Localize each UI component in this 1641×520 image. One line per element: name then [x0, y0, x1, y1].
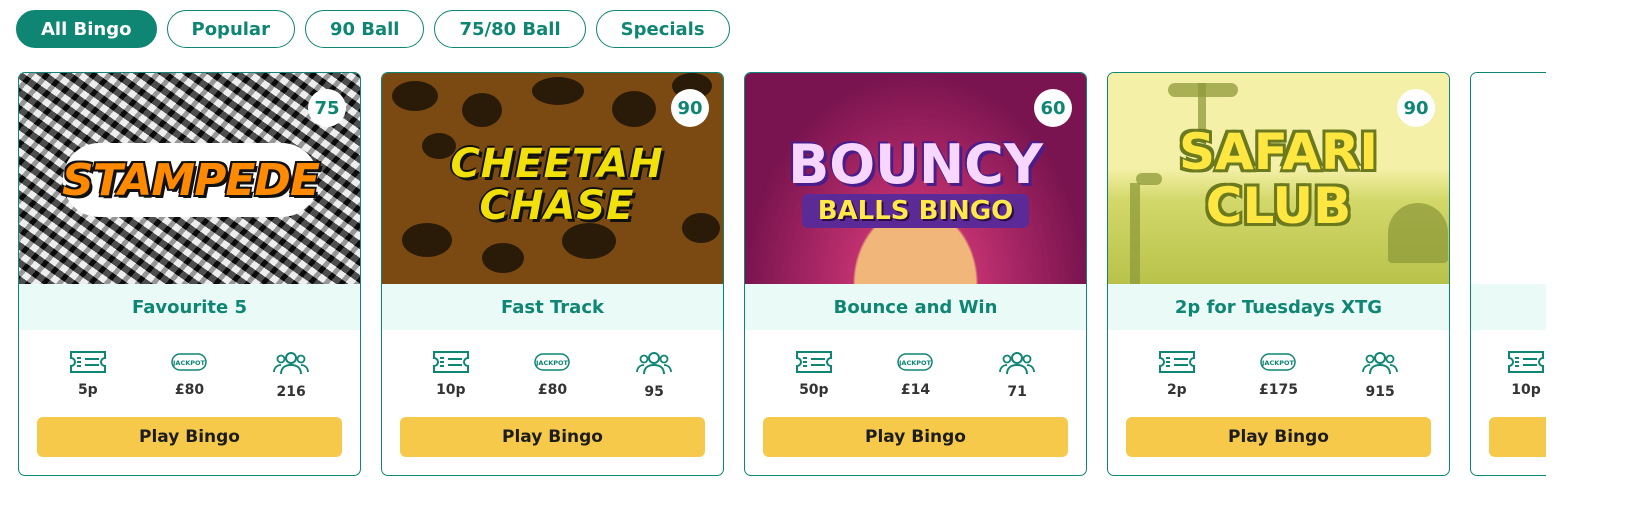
room-stats: 5p JACKPOT £80 216: [19, 330, 360, 404]
room-stats: 10p JACKPOT £80 95: [382, 330, 723, 404]
ticket-icon: [1508, 351, 1544, 373]
room-name: Favourite 5: [19, 284, 360, 330]
room-name: 2p for Tuesdays XTG: [1108, 284, 1449, 330]
jackpot-amount: £80: [174, 382, 205, 398]
jackpot-icon: JACKPOT: [1260, 353, 1297, 371]
jackpot-amount: £80: [537, 382, 568, 398]
game-logo: STAMPEDE: [62, 143, 320, 217]
game-logo: SAFARI CLUB: [1179, 123, 1378, 235]
player-count: 216: [276, 384, 306, 400]
bingo-card[interactable]: 10p: [1470, 72, 1546, 476]
bingo-cards-carousel: STAMPEDE 75 Favourite 5 5p JACKPOT £80 2…: [0, 72, 1546, 492]
svg-text:JACKPOT: JACKPOT: [172, 359, 206, 367]
game-thumbnail[interactable]: CHEETAH CHASE 90: [382, 73, 723, 284]
game-thumbnail[interactable]: SAFARI CLUB 90: [1108, 73, 1449, 284]
jackpot-icon: JACKPOT: [534, 353, 571, 371]
ball-type-badge: 90: [1397, 89, 1435, 127]
players-stat: 216: [256, 350, 326, 404]
game-thumbnail[interactable]: STAMPEDE 75: [19, 73, 360, 284]
players-icon: [636, 352, 673, 375]
ticket-price: 5p: [77, 382, 98, 398]
ticket-icon: [1158, 351, 1195, 373]
svg-text:JACKPOT: JACKPOT: [535, 359, 569, 367]
jackpot-icon: JACKPOT: [897, 353, 934, 371]
filter-tabs: All Bingo Popular 90 Ball 75/80 Ball Spe…: [16, 10, 730, 48]
bingo-card[interactable]: SAFARI CLUB 90 2p for Tuesdays XTG 2p JA…: [1107, 72, 1450, 476]
ball-type-badge: 75: [308, 89, 346, 127]
jackpot-stat: JACKPOT £80: [154, 350, 224, 404]
ticket-price: 50p: [799, 382, 829, 398]
players-icon: [273, 352, 310, 375]
ball-type-badge: 60: [1034, 89, 1072, 127]
players-stat: 95: [619, 350, 689, 404]
svg-text:JACKPOT: JACKPOT: [898, 359, 932, 367]
room-stats: 10p: [1471, 330, 1546, 404]
room-stats: 2p JACKPOT £175 915: [1108, 330, 1449, 404]
tab-specials[interactable]: Specials: [595, 10, 730, 48]
players-stat: 915: [1345, 350, 1415, 404]
bingo-card[interactable]: CHEETAH CHASE 90 Fast Track 10p JACKPOT …: [381, 72, 724, 476]
ticket-icon: [795, 351, 832, 373]
game-logo: BOUNCY BALLS BINGO: [788, 133, 1043, 228]
player-count: 915: [1365, 384, 1395, 400]
game-thumbnail[interactable]: BOUNCY BALLS BINGO 60: [745, 73, 1086, 284]
jackpot-stat: JACKPOT £14: [880, 350, 950, 404]
player-count: 71: [1007, 384, 1027, 400]
ticket-price: 10p: [1511, 382, 1541, 398]
jackpot-amount: £175: [1259, 382, 1298, 398]
play-bingo-button[interactable]: [1489, 417, 1546, 457]
players-icon: [999, 352, 1036, 375]
players-icon: [1362, 352, 1399, 375]
game-logo: CHEETAH CHASE: [450, 141, 664, 229]
svg-text:JACKPOT: JACKPOT: [1261, 359, 1295, 367]
ticket-price-stat: 10p: [416, 350, 486, 404]
jackpot-amount: £14: [900, 382, 931, 398]
play-bingo-button[interactable]: Play Bingo: [1126, 417, 1431, 457]
play-bingo-button[interactable]: Play Bingo: [37, 417, 342, 457]
player-count: 95: [644, 384, 664, 400]
tab-all-bingo[interactable]: All Bingo: [16, 10, 157, 48]
jackpot-icon: JACKPOT: [171, 353, 208, 371]
ticket-price: 10p: [436, 382, 466, 398]
tab-75-80-ball[interactable]: 75/80 Ball: [434, 10, 586, 48]
bingo-card[interactable]: BOUNCY BALLS BINGO 60 Bounce and Win 50p…: [744, 72, 1087, 476]
ticket-price-stat: 50p: [779, 350, 849, 404]
play-bingo-button[interactable]: Play Bingo: [400, 417, 705, 457]
players-stat: 71: [982, 350, 1052, 404]
room-stats: 50p JACKPOT £14 71: [745, 330, 1086, 404]
jackpot-stat: JACKPOT £80: [517, 350, 587, 404]
ticket-price-stat: 10p: [1491, 350, 1546, 404]
ticket-price: 2p: [1166, 382, 1187, 398]
tab-popular[interactable]: Popular: [166, 10, 295, 48]
game-thumbnail[interactable]: [1471, 73, 1546, 284]
jackpot-stat: JACKPOT £175: [1243, 350, 1313, 404]
ball-type-badge: 90: [671, 89, 709, 127]
bingo-card[interactable]: STAMPEDE 75 Favourite 5 5p JACKPOT £80 2…: [18, 72, 361, 476]
ticket-icon: [432, 351, 469, 373]
room-name: [1471, 284, 1546, 330]
ticket-icon: [69, 351, 106, 373]
ticket-price-stat: 2p: [1142, 350, 1212, 404]
tab-90-ball[interactable]: 90 Ball: [304, 10, 425, 48]
ticket-price-stat: 5p: [53, 350, 123, 404]
play-bingo-button[interactable]: Play Bingo: [763, 417, 1068, 457]
room-name: Bounce and Win: [745, 284, 1086, 330]
room-name: Fast Track: [382, 284, 723, 330]
